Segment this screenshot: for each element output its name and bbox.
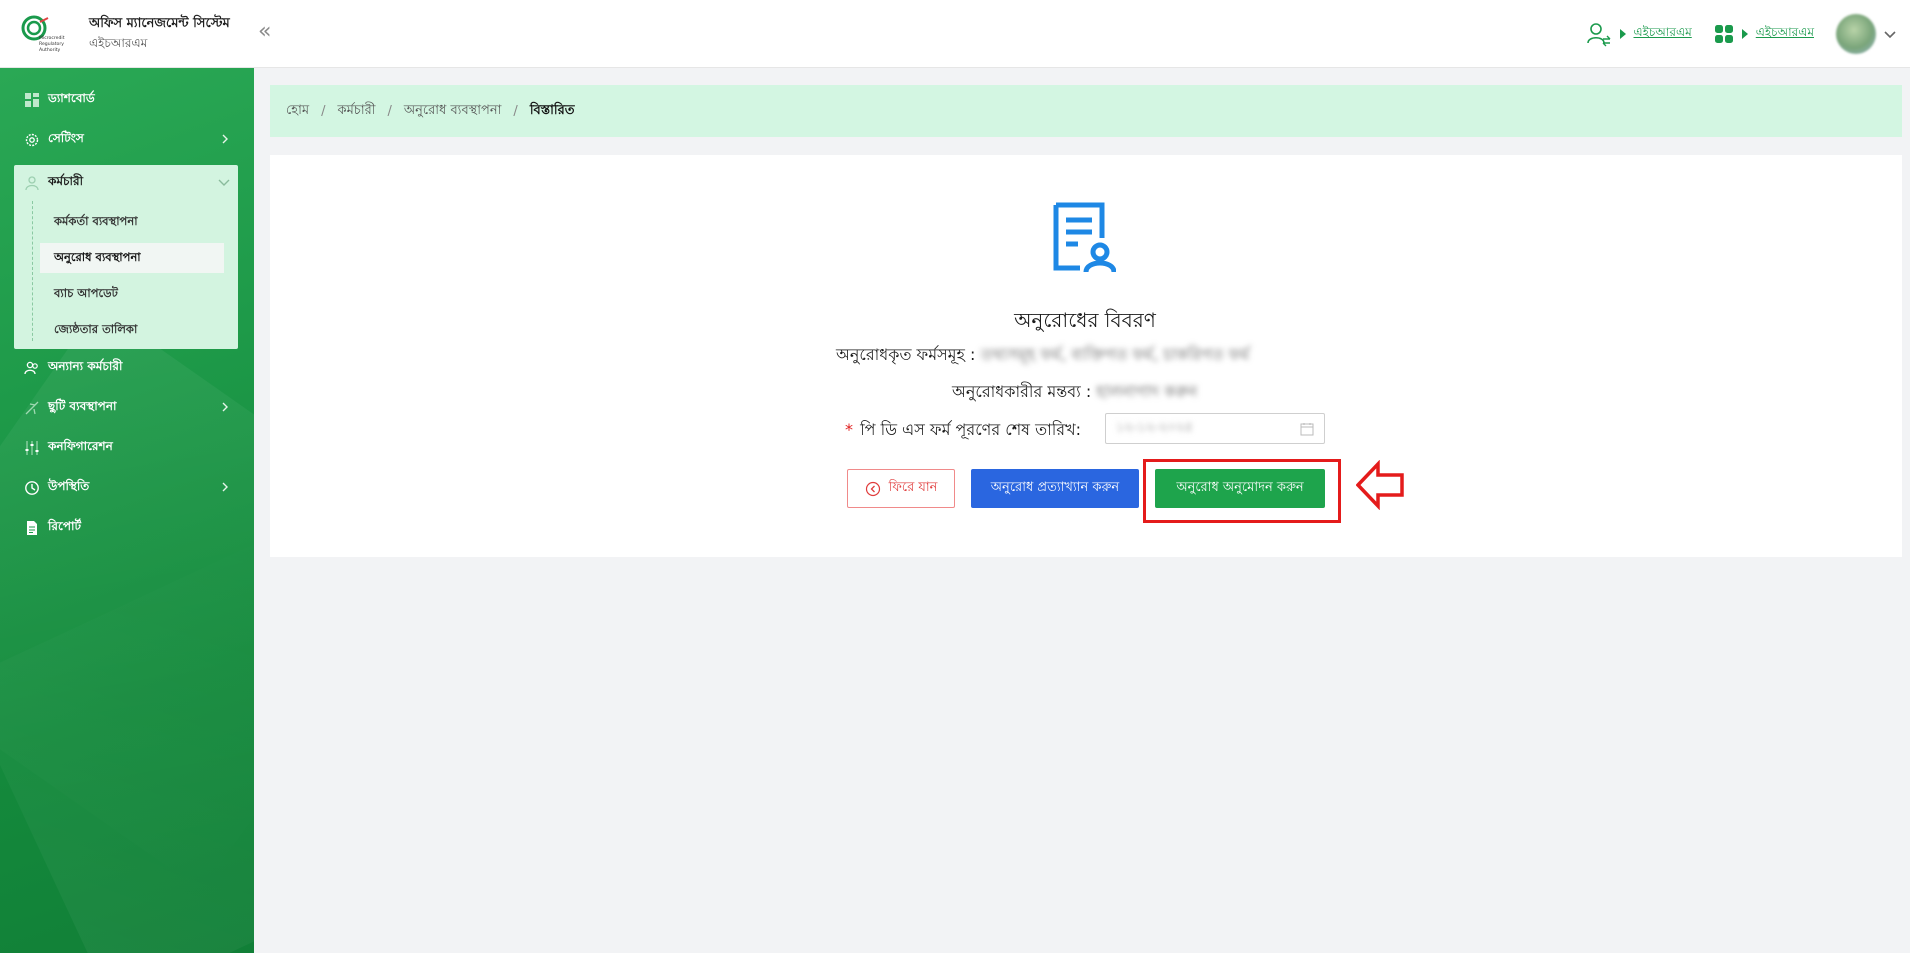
plane-icon xyxy=(25,401,39,415)
sidebar-subitem-officer-mgmt[interactable]: কর্মকর্তা ব্যবস্থাপনা xyxy=(40,207,224,237)
sidebar-item-settings[interactable]: সেটিংস xyxy=(14,122,238,158)
top-header: Microcredit Regulatory Authority অফিস ম্… xyxy=(0,0,1910,68)
app-subtitle: এইচআরএম xyxy=(89,36,148,50)
chevron-right-icon xyxy=(222,134,228,144)
deadline-date-input[interactable]: ১২-১২-২০২৫ xyxy=(1105,413,1325,444)
users-icon xyxy=(25,176,39,191)
requested-forms-value: তথ্যসমূহ ফর্ম, ব্যক্তিগত ফর্ম, চাকরিগত ফ… xyxy=(980,345,1250,364)
highlight-box xyxy=(1143,459,1341,523)
sidebar-item-label: রিপোর্ট xyxy=(48,519,82,533)
sidebar-item-label: সেটিংস xyxy=(48,131,84,145)
tree-line xyxy=(32,201,33,341)
caret-right-icon xyxy=(1619,29,1626,39)
breadcrumb-current: বিস্তারিত xyxy=(529,102,575,118)
sidebar-item-label: কনফিগারেশন xyxy=(48,439,113,453)
logo: Microcredit Regulatory Authority xyxy=(21,15,65,53)
breadcrumb: হোম / কর্মচারী / অনুরোধ ব্যবস্থাপনা / বি… xyxy=(270,85,1902,137)
chevron-down-icon xyxy=(218,179,230,186)
report-icon xyxy=(27,521,37,535)
reject-request-button[interactable]: অনুরোধ প্রত্যাখ্যান করুন xyxy=(971,469,1139,508)
required-mark: * xyxy=(845,420,853,439)
gear-icon xyxy=(25,133,39,147)
requested-forms-row: অনুরোধকৃত ফর্মসমূহ : তথ্যসমূহ ফর্ম, ব্যক… xyxy=(836,342,1249,369)
sidebar-item-attendance[interactable]: উপস্থিতি xyxy=(14,470,238,506)
back-button-label: ফিরে যান xyxy=(888,480,938,495)
calendar-icon[interactable] xyxy=(1300,422,1314,436)
svg-text:Authority: Authority xyxy=(39,47,61,53)
clock-icon xyxy=(25,481,39,495)
svg-text:Regulatory: Regulatory xyxy=(39,41,64,47)
dashboard-icon xyxy=(25,93,39,107)
sidebar-subitem-batch-update[interactable]: ব্যাচ আপডেট xyxy=(40,279,224,309)
requester-comment-label: অনুরোধকারীর মন্তব্য : xyxy=(952,382,1092,401)
requester-comment-value: হালনাগাদ করুন xyxy=(1096,382,1198,401)
avatar[interactable] xyxy=(1836,14,1876,54)
chevron-right-icon xyxy=(222,402,228,412)
role-switch-user[interactable]: এইচআরএম xyxy=(1586,21,1692,47)
sidebar-item-leave-mgmt[interactable]: ছুটি ব্যবস্থাপনা xyxy=(14,390,238,426)
sidebar-item-label: ছুটি ব্যবস্থাপনা xyxy=(48,399,117,413)
grid-apps-icon xyxy=(1714,25,1733,43)
breadcrumb-separator: / xyxy=(387,103,392,119)
sidebar-item-label: কর্মচারী xyxy=(48,174,84,188)
module-switch-label[interactable]: এইচআরএম xyxy=(1756,24,1814,44)
circle-chevron-left-icon xyxy=(865,481,880,496)
user-switch-icon xyxy=(1586,23,1610,47)
sidebar-group-employee: কর্মচারী কর্মকর্তা ব্যবস্থাপনা অনুরোধ ব্… xyxy=(14,165,238,349)
breadcrumb-separator: / xyxy=(321,103,326,119)
sidebar-item-dashboard[interactable]: ড্যাশবোর্ড xyxy=(14,82,238,118)
module-switch[interactable]: এইচআরএম xyxy=(1714,24,1814,44)
chevron-down-icon[interactable] xyxy=(1882,26,1898,42)
sidebar-item-other-employees[interactable]: অন্যান্য কর্মচারী xyxy=(14,350,238,386)
sidebar-item-configuration[interactable]: কনফিগারেশন xyxy=(14,430,238,466)
app-title: অফিস ম্যানেজমেন্ট সিস্টেম xyxy=(89,16,230,31)
svg-text:Microcredit: Microcredit xyxy=(39,35,65,41)
breadcrumb-home[interactable]: হোম xyxy=(286,101,309,122)
collapse-sidebar-button[interactable]: « xyxy=(258,20,271,44)
sidebar-item-report[interactable]: রিপোর্ট xyxy=(14,510,238,546)
document-user-icon xyxy=(1053,202,1116,273)
people-icon xyxy=(24,361,38,375)
arrow-left-icon xyxy=(1356,460,1404,510)
breadcrumb-request-mgmt[interactable]: অনুরোধ ব্যবস্থাপনা xyxy=(404,101,502,122)
deadline-date-value: ১২-১২-২০২৫ xyxy=(1116,420,1193,435)
deadline-row: * পি ডি এস ফর্ম পূরণের শেষ তারিখ: xyxy=(845,417,1081,444)
sidebar-subitem-seniority-list[interactable]: জ্যেষ্ঠতার তালিকা xyxy=(40,315,224,345)
detail-title: অনুরোধের বিবরণ xyxy=(1014,308,1156,332)
sidebar-subitem-request-mgmt[interactable]: অনুরোধ ব্যবস্থাপনা xyxy=(40,243,224,273)
chevron-right-icon xyxy=(222,482,228,492)
breadcrumb-separator: / xyxy=(513,103,518,119)
sidebar-item-label: অন্যান্য কর্মচারী xyxy=(48,359,123,373)
role-switch-label[interactable]: এইচআরএম xyxy=(1634,24,1692,44)
deadline-label: পি ডি এস ফর্ম পূরণের শেষ তারিখ: xyxy=(860,420,1081,439)
sidebar: ড্যাশবোর্ড সেটিংস কর্মচারী কর্মকর্তা ব্য… xyxy=(0,68,254,953)
sliders-icon xyxy=(25,441,39,455)
requested-forms-label: অনুরোধকৃত ফর্মসমূহ : xyxy=(836,345,976,364)
sidebar-item-employee[interactable]: কর্মচারী xyxy=(14,165,238,201)
requester-comment-row: অনুরোধকারীর মন্তব্য : হালনাগাদ করুন xyxy=(952,379,1197,406)
back-button[interactable]: ফিরে যান xyxy=(847,469,955,508)
sidebar-item-label: ড্যাশবোর্ড xyxy=(48,91,95,105)
breadcrumb-employee[interactable]: কর্মচারী xyxy=(337,101,375,122)
caret-right-icon xyxy=(1741,29,1748,39)
sidebar-item-label: উপস্থিতি xyxy=(48,479,90,493)
